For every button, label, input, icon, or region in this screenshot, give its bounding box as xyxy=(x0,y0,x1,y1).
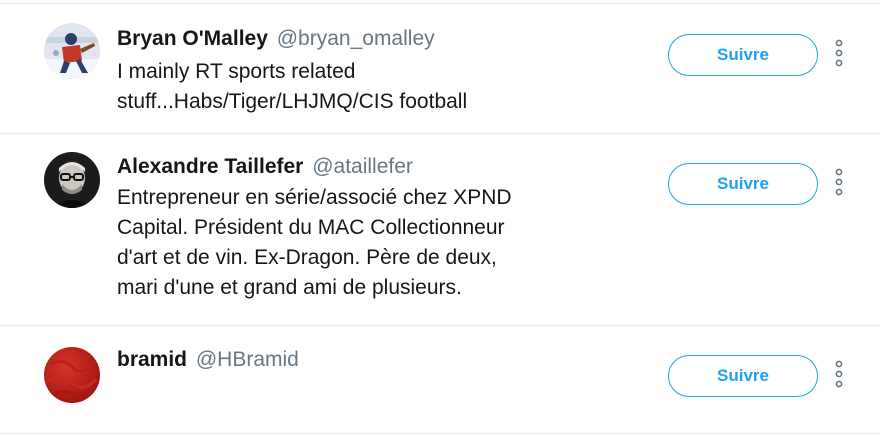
more-vertical-icon[interactable] xyxy=(832,38,846,68)
bio-line: Entrepreneur en série/associé chez XPND xyxy=(117,186,512,209)
name-line: Bryan O'Malley @bryan_omalley xyxy=(117,26,435,52)
avatar[interactable] xyxy=(44,347,100,403)
user-bio: Entrepreneur en série/associé chez XPND … xyxy=(117,183,587,303)
user-handle[interactable]: @ataillefer xyxy=(312,155,413,178)
user-row[interactable]: bramid @HBramid Suivre xyxy=(0,326,880,432)
user-row[interactable]: Alexandre Taillefer @ataillefer Entrepre… xyxy=(0,134,880,325)
follow-button[interactable]: Suivre xyxy=(668,34,818,76)
divider xyxy=(0,433,880,434)
bio-line: d'art et de vin. Ex-Dragon. Père de deux… xyxy=(117,246,497,269)
more-vertical-icon[interactable] xyxy=(832,167,846,197)
follow-button[interactable]: Suivre xyxy=(668,355,818,397)
user-handle[interactable]: @bryan_omalley xyxy=(277,27,435,50)
display-name[interactable]: bramid xyxy=(117,348,187,371)
name-line: bramid @HBramid xyxy=(117,347,299,373)
bio-line: mari d'une et grand ami de plusieurs. xyxy=(117,276,462,299)
bio-line: Capital. Président du MAC Collectionneur xyxy=(117,216,505,239)
follow-button[interactable]: Suivre xyxy=(668,163,818,205)
user-bio: I mainly RT sports related stuff...Habs/… xyxy=(117,57,587,117)
bio-line: stuff...Habs/Tiger/LHJMQ/CIS football xyxy=(117,90,468,113)
avatar[interactable] xyxy=(44,23,100,79)
user-handle[interactable]: @HBramid xyxy=(196,348,299,371)
user-row[interactable]: Bryan O'Malley @bryan_omalley I mainly R… xyxy=(0,0,880,133)
more-vertical-icon[interactable] xyxy=(832,359,846,389)
bio-line: I mainly RT sports related xyxy=(117,60,356,83)
display-name[interactable]: Bryan O'Malley xyxy=(117,27,268,50)
who-to-follow-list: Bryan O'Malley @bryan_omalley I mainly R… xyxy=(0,0,880,436)
avatar[interactable] xyxy=(44,152,100,208)
name-line: Alexandre Taillefer @ataillefer xyxy=(117,154,413,180)
display-name[interactable]: Alexandre Taillefer xyxy=(117,155,303,178)
